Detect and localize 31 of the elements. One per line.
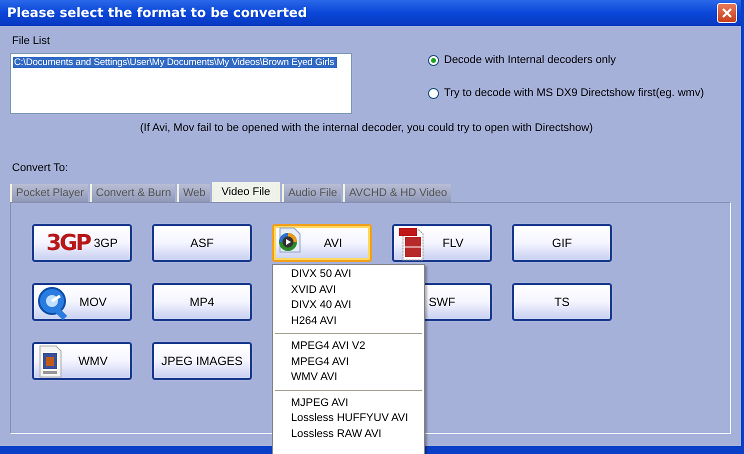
field-label: File List: [11, 35, 51, 47]
format-button[interactable]: ASF: [152, 224, 252, 262]
radio-label: Decode with Internal decoders only: [444, 54, 616, 66]
radio-button[interactable]: [428, 88, 439, 98]
format-button[interactable]: JPEG IMAGES: [152, 342, 252, 380]
menu-item[interactable]: MJPEG AVI: [273, 396, 424, 411]
menu-item[interactable]: MPEG4 AVI V2: [273, 339, 424, 354]
menu-item[interactable]: Lossless RAW AVI: [273, 426, 424, 442]
menu-item[interactable]: DIVX 50 AVI: [273, 267, 424, 282]
logo: 3GP: [46, 230, 90, 256]
window-title: Please select the format to be converted: [7, 6, 308, 20]
radio-label: Try to decode with MS DX9 Directshow first(eg. wmv): [444, 87, 704, 99]
menu-item[interactable]: WMV AVI: [273, 370, 424, 386]
section-label: Convert To:: [11, 162, 70, 174]
close-icon: [722, 8, 732, 18]
format-button[interactable]: FLV: [392, 224, 492, 262]
format-button[interactable]: TS: [512, 283, 612, 321]
format-button[interactable]: AVI: [272, 224, 372, 262]
file-icon: [37, 286, 69, 320]
file-list-item[interactable]: C:\Documents and Settings\User\My Documents\My Videos\Brown Eyed Girls: [13, 57, 338, 68]
close-button[interactable]: [717, 3, 737, 23]
menu-item[interactable]: MPEG4 AVI: [273, 354, 424, 370]
tab[interactable]: Video File: [212, 182, 280, 202]
menu-item[interactable]: Lossless HUFFYUV AVI: [273, 411, 424, 426]
format-button[interactable]: WMV: [32, 342, 132, 380]
radio-button[interactable]: [428, 54, 439, 66]
format-button[interactable]: MOV: [32, 283, 132, 321]
format-button[interactable]: GIF: [512, 224, 612, 262]
file-list[interactable]: C:\Documents and Settings\User\My Documents\My Videos\Brown Eyed Girls: [10, 53, 352, 114]
format-button[interactable]: MP4: [152, 283, 252, 321]
note-text: (If Avi, Mov fail to be opened with the internal decoder, you could try to open with Directshow): [140, 122, 594, 134]
